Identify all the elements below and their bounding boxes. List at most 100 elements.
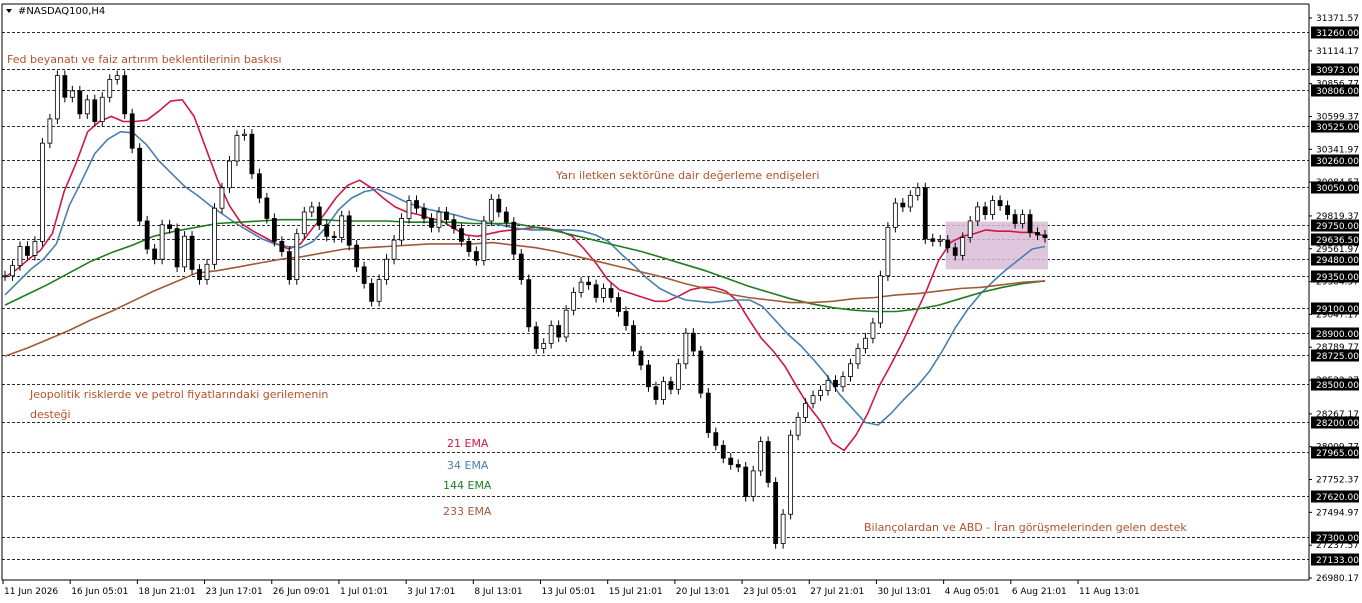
price-bar (316, 206, 322, 226)
level-label: 27965.00 (1316, 449, 1359, 459)
chart-title: #NASDAQ100,H4 (6, 6, 105, 17)
price-bar (294, 233, 300, 281)
x-tick-label: 11 Jun 2026 (4, 587, 58, 597)
annotation-geopolitics-cont: desteği (30, 408, 71, 421)
price-bar (877, 275, 883, 324)
y-tick-label: 26980.17 (1316, 574, 1359, 584)
level-label: 31260.00 (1316, 29, 1359, 39)
price-bar (803, 402, 808, 418)
price-bar (907, 195, 913, 208)
price-bar (107, 79, 113, 98)
price-bar (496, 198, 502, 213)
price-bar (780, 513, 786, 544)
price-bar (451, 219, 457, 230)
price-bar (683, 332, 689, 365)
price-bar (219, 187, 225, 209)
price-bar (915, 187, 921, 196)
price-bar (17, 246, 23, 266)
y-tick-label: 30341.97 (1316, 145, 1359, 155)
price-bar (563, 309, 569, 338)
price-bar (601, 288, 606, 298)
x-tick-label: 30 Jul 13:01 (877, 587, 931, 597)
price-bar (533, 326, 539, 349)
price-bar (144, 220, 150, 250)
price-bar (833, 379, 838, 388)
price-bar (668, 381, 674, 390)
price-bar (444, 211, 449, 221)
price-chart[interactable]: 31371.5731114.1730856.7730599.3730341.97… (0, 0, 1362, 603)
price-bar (690, 332, 696, 352)
price-bar (922, 187, 928, 240)
price-bar (331, 235, 337, 238)
price-bar (698, 350, 704, 394)
price-bar (167, 224, 173, 230)
price-bar (982, 206, 988, 215)
price-bar (459, 228, 464, 242)
price-bar (32, 240, 38, 256)
level-label: 30050.00 (1316, 184, 1359, 194)
price-bar (436, 211, 442, 228)
price-bar (960, 237, 966, 256)
annotation-semiconductor: Yarı iletken sektörüne dair değerleme en… (555, 169, 819, 182)
price-bar (863, 337, 868, 349)
y-tick-label: 27752.37 (1316, 476, 1359, 486)
price-bar (25, 246, 30, 256)
price-bar (810, 395, 816, 404)
price-bar (421, 207, 427, 219)
x-tick-label: 8 Jul 13:01 (474, 587, 522, 597)
level-label: 29636.50 (1316, 236, 1359, 246)
level-label: 27620.00 (1316, 493, 1359, 503)
price-bar (256, 173, 262, 199)
price-bar (361, 266, 367, 284)
price-bar (429, 218, 434, 228)
price-bar (952, 247, 958, 256)
price-bar (855, 348, 861, 365)
x-tick-label: 11 Aug 13:01 (1079, 587, 1140, 597)
price-bar (197, 269, 202, 281)
price-bar (997, 200, 1003, 207)
chart-title-text: #NASDAQ100,H4 (18, 6, 105, 17)
price-bar (301, 211, 307, 235)
y-tick-label: 29561.97 (1316, 245, 1359, 255)
price-bar (705, 392, 711, 434)
level-label: 28500.00 (1316, 381, 1359, 391)
price-bar (324, 224, 330, 237)
level-label: 29100.00 (1316, 305, 1359, 315)
x-tick-label: 26 Jun 09:01 (273, 587, 330, 597)
price-bar (870, 322, 876, 339)
price-bar (548, 325, 554, 344)
price-bar (571, 291, 577, 311)
price-bar (54, 75, 60, 120)
price-bar (675, 363, 681, 390)
price-bar (511, 221, 517, 255)
price-bar (286, 251, 292, 281)
price-bar (1012, 214, 1018, 224)
price-bar (99, 96, 105, 122)
x-tick-label: 15 Jul 21:01 (609, 587, 663, 597)
level-label: 30973.00 (1316, 66, 1359, 76)
level-label: 28900.00 (1316, 330, 1359, 340)
legend-ema233: 233 EMA (443, 505, 492, 518)
price-bar (608, 288, 614, 298)
price-bar (623, 311, 629, 326)
annotation-fed: Fed beyanatı ve faiz artırım beklentiler… (7, 53, 282, 66)
x-tick-label: 27 Jul 21:01 (810, 587, 864, 597)
price-bar (646, 364, 651, 388)
price-bar (271, 218, 277, 242)
price-bar (414, 200, 419, 209)
price-bar (930, 238, 936, 242)
price-bar (1020, 214, 1025, 224)
level-label: 29350.00 (1316, 273, 1359, 283)
x-tick-label: 6 Aug 21:01 (1012, 587, 1067, 597)
price-bar (518, 253, 524, 281)
price-bar (40, 142, 45, 242)
price-bar (122, 75, 128, 115)
price-bar (892, 202, 898, 228)
price-bar (743, 466, 749, 497)
price-bar (758, 441, 764, 472)
legend-ema34: 34 EMA (447, 459, 489, 472)
level-label: 30806.00 (1316, 87, 1359, 97)
price-bar (391, 239, 397, 260)
price-bar (399, 218, 404, 241)
price-bar (137, 147, 143, 222)
